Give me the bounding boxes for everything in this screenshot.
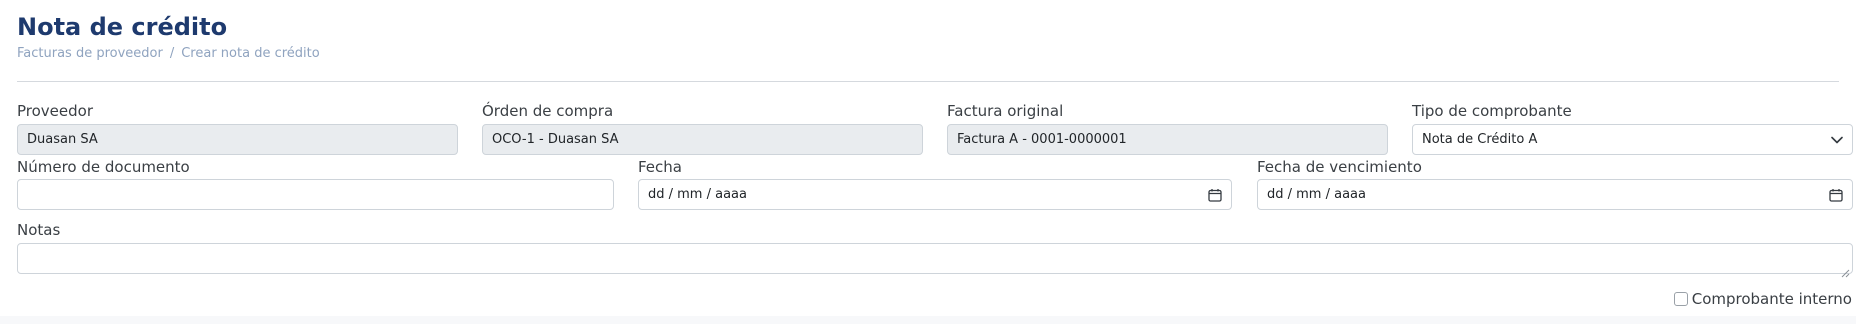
header-divider [17,81,1839,82]
tipo-comprobante-value: Nota de Crédito A [1422,132,1538,147]
comprobante-interno-label: Comprobante interno [1691,290,1852,308]
factura-original-field[interactable]: Factura A - 0001-0000001 [947,124,1388,155]
orden-compra-label: Órden de compra [482,102,614,120]
notas-label: Notas [17,221,61,239]
resize-grip-icon[interactable] [1841,263,1850,282]
fecha-vencimiento-placeholder: dd / mm / aaaa [1267,187,1366,202]
tipo-comprobante-label: Tipo de comprobante [1412,102,1572,120]
chevron-down-icon [1831,125,1843,154]
breadcrumb-link-facturas[interactable]: Facturas de proveedor [17,46,163,61]
calendar-icon[interactable] [1829,180,1843,209]
proveedor-label: Proveedor [17,102,93,120]
fecha-input[interactable]: dd / mm / aaaa [638,179,1232,210]
fecha-vencimiento-label: Fecha de vencimiento [1257,158,1422,176]
numero-documento-label: Número de documento [17,158,190,176]
numero-documento-input[interactable] [17,179,614,210]
calendar-icon[interactable] [1208,180,1222,209]
page: Nota de crédito Facturas de proveedor / Cr… [0,0,1856,324]
orden-compra-field[interactable]: OCO-1 - Duasan SA [482,124,923,155]
breadcrumb-current: Crear nota de crédito [181,46,320,61]
bottom-strip [0,316,1856,324]
fecha-vencimiento-input[interactable]: dd / mm / aaaa [1257,179,1853,210]
tipo-comprobante-select[interactable]: Nota de Crédito A [1412,124,1853,155]
factura-original-label: Factura original [947,102,1064,120]
checkbox-box[interactable] [1673,292,1688,306]
fecha-placeholder: dd / mm / aaaa [648,187,747,202]
breadcrumb: Facturas de proveedor / Crear nota de créd… [17,45,320,63]
page-title: Nota de crédito [17,13,228,41]
notas-textarea[interactable] [17,243,1853,274]
fecha-label: Fecha [638,158,682,176]
comprobante-interno-checkbox[interactable]: Comprobante interno [1673,289,1852,309]
breadcrumb-separator: / [169,46,175,61]
proveedor-field[interactable]: Duasan SA [17,124,458,155]
